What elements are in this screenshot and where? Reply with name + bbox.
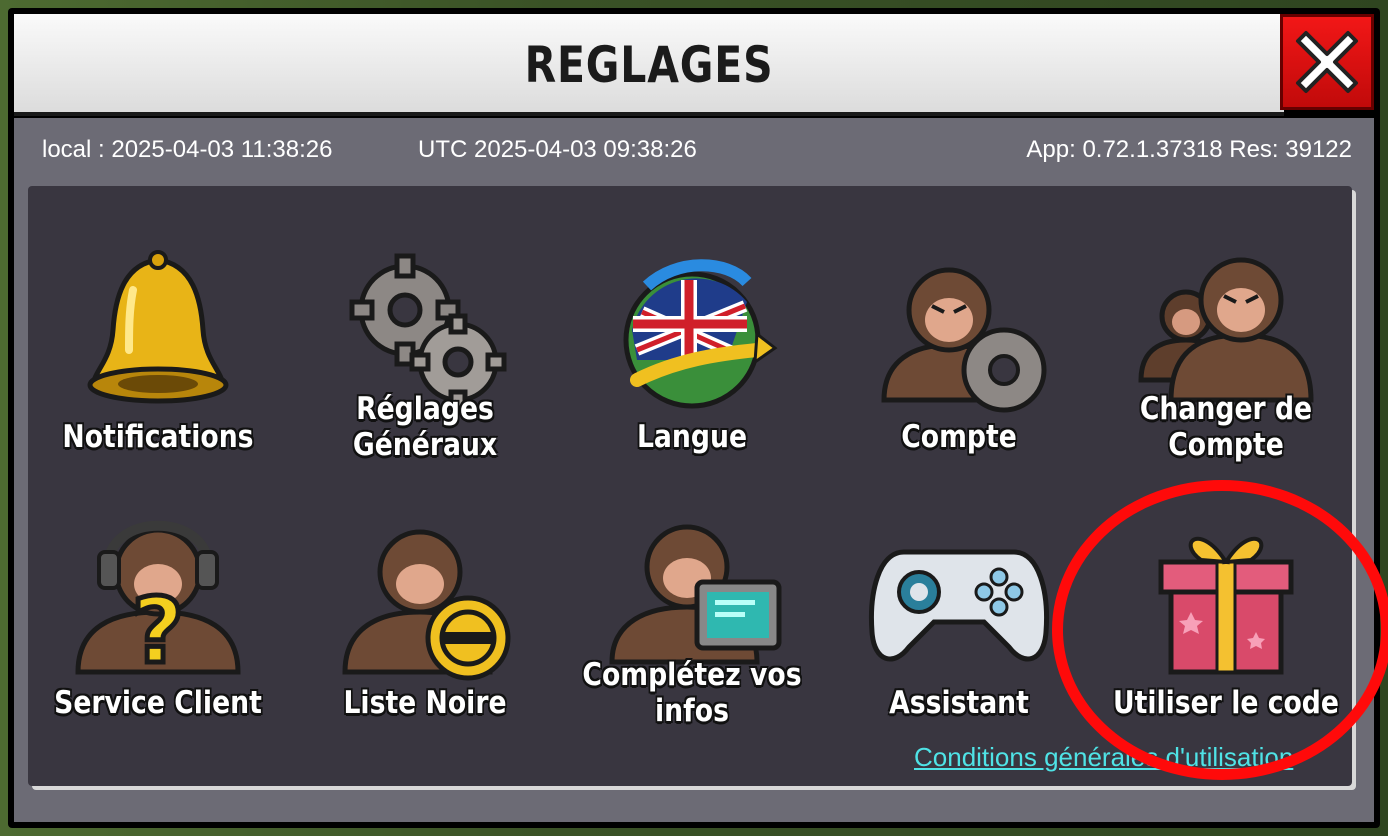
setting-label: Langue (636, 419, 748, 455)
gift-icon (1158, 536, 1294, 675)
setting-switch-account[interactable]: Changer de Compte (1096, 250, 1356, 510)
close-button[interactable] (1280, 14, 1374, 110)
setting-label: Utiliser le code (1113, 685, 1339, 721)
monkey-block-icon (342, 529, 511, 681)
monkey-gear-icon (881, 267, 1047, 413)
setting-account[interactable]: Compte (829, 250, 1089, 510)
setting-support[interactable]: ? Service Client (28, 512, 288, 772)
setting-label: Notifications (62, 419, 254, 455)
svg-text:?: ? (132, 579, 184, 682)
setting-notifications[interactable]: Notifications (28, 250, 288, 510)
setting-label: Liste Noire (343, 685, 507, 721)
monkey-headset-icon: ? (75, 520, 241, 682)
setting-label: Assistant (889, 685, 1029, 721)
setting-general[interactable]: Réglages Généraux (295, 250, 555, 510)
utc-time: UTC 2025-04-03 09:38:26 (418, 136, 697, 163)
setting-label: Changer de Compte (1139, 391, 1313, 463)
setting-language[interactable]: Langue (562, 250, 822, 510)
close-x-icon (1296, 31, 1358, 93)
setting-assistant[interactable]: Assistant (829, 512, 1089, 772)
setting-label: Service Client (54, 685, 262, 721)
setting-label: Réglages Généraux (352, 391, 498, 463)
terms-of-use-link[interactable]: Conditions générales d'utilisation (914, 742, 1293, 773)
app-version: App: 0.72.1.37318 Res: 39122 (1026, 136, 1352, 163)
title-bar: REGLAGES (14, 14, 1284, 116)
setting-blacklist[interactable]: Liste Noire (295, 512, 555, 772)
bell-icon (87, 250, 229, 404)
setting-complete-info[interactable]: Complétez vos infos (562, 512, 822, 772)
setting-label: Complétez vos infos (582, 657, 802, 729)
dialog-title: REGLAGES (524, 36, 774, 94)
setting-redeem-code[interactable]: Utiliser le code (1096, 512, 1356, 772)
gamepad-icon (869, 549, 1049, 662)
globe-flag-icon (623, 259, 778, 409)
setting-label: Compte (901, 419, 1017, 455)
local-time: local : 2025-04-03 11:38:26 (42, 136, 333, 163)
